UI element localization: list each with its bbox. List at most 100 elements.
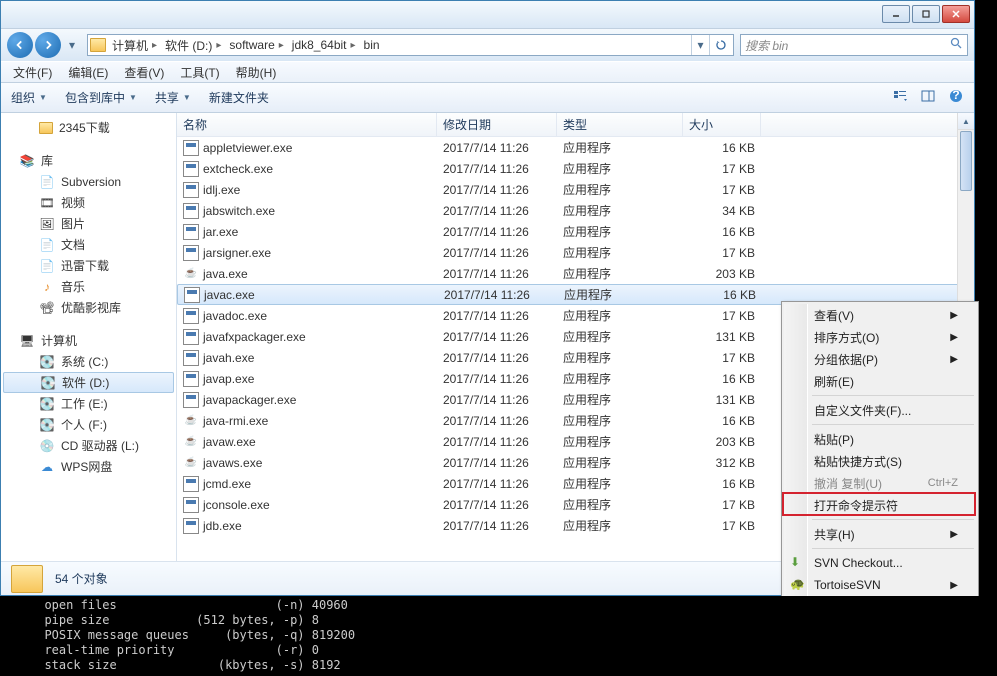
history-dropdown[interactable]: ▾ (63, 36, 81, 54)
file-row[interactable]: jarsigner.exe2017/7/14 11:26应用程序17 KB (177, 242, 974, 263)
breadcrumb[interactable]: 计算机▸ (110, 37, 163, 54)
file-size: 203 KB (683, 267, 761, 281)
media-icon: 📽 (39, 300, 55, 316)
file-name: jar.exe (177, 224, 437, 240)
tortoise-icon: 🐢 (790, 577, 806, 593)
file-name: javapackager.exe (177, 392, 437, 408)
folder-icon (90, 38, 106, 52)
context-menu-item[interactable]: 分组依据(P)▶ (784, 348, 976, 370)
submenu-arrow-icon: ▶ (950, 354, 958, 365)
sidebar-item-drive-c[interactable]: 💽系统 (C:) (1, 351, 176, 372)
sidebar-item-libraries[interactable]: 📚库 (1, 150, 176, 171)
scroll-thumb[interactable] (960, 131, 972, 191)
minimize-button[interactable] (882, 5, 910, 23)
column-headers: 名称 修改日期 类型 大小 (177, 113, 974, 137)
sidebar-item-youku[interactable]: 📽优酷影视库 (1, 297, 176, 318)
file-size: 16 KB (683, 477, 761, 491)
file-name: jcmd.exe (177, 476, 437, 492)
address-dropdown[interactable]: ▾ (691, 35, 709, 55)
file-name: ☕javaw.exe (177, 434, 437, 450)
sidebar-item-documents[interactable]: 📄文档 (1, 234, 176, 255)
breadcrumb[interactable]: software▸ (227, 38, 289, 52)
forward-button[interactable] (35, 32, 61, 58)
file-row[interactable]: idlj.exe2017/7/14 11:26应用程序17 KB (177, 179, 974, 200)
sidebar-item-pictures[interactable]: 🖼图片 (1, 213, 176, 234)
address-bar[interactable]: 计算机▸ 软件 (D:)▸ software▸ jdk8_64bit▸ bin … (87, 34, 734, 56)
sidebar-item-drive-cd[interactable]: 💿CD 驱动器 (L:) (1, 435, 176, 456)
breadcrumb[interactable]: 软件 (D:)▸ (163, 37, 227, 54)
file-row[interactable]: jabswitch.exe2017/7/14 11:26应用程序34 KB (177, 200, 974, 221)
submenu-arrow-icon: ▶ (950, 310, 958, 321)
file-size: 131 KB (683, 330, 761, 344)
file-size: 16 KB (684, 288, 762, 302)
toolbar-newfolder[interactable]: 新建文件夹 (209, 89, 269, 106)
file-size: 16 KB (683, 414, 761, 428)
context-menu-item[interactable]: 粘贴(P) (784, 428, 976, 450)
sidebar-item-wps[interactable]: ☁WPS网盘 (1, 456, 176, 477)
view-options-button[interactable] (892, 88, 908, 107)
sidebar-item-videos[interactable]: 🎞视频 (1, 192, 176, 213)
file-name: javap.exe (177, 371, 437, 387)
toolbar-organize[interactable]: 组织 ▼ (11, 89, 47, 106)
sidebar-item-drive-e[interactable]: 💽工作 (E:) (1, 393, 176, 414)
menu-help[interactable]: 帮助(H) (228, 62, 285, 83)
context-menu-item[interactable]: ⬇SVN Checkout... (784, 552, 976, 574)
sidebar-item-xunlei[interactable]: 📄迅雷下载 (1, 255, 176, 276)
maximize-button[interactable] (912, 5, 940, 23)
file-date: 2017/7/14 11:26 (437, 414, 557, 428)
col-name[interactable]: 名称 (177, 113, 437, 136)
sidebar-item-2345[interactable]: 2345下载 (1, 117, 176, 138)
menu-view[interactable]: 查看(V) (116, 62, 172, 83)
breadcrumb[interactable]: bin (362, 38, 382, 52)
file-row[interactable]: jar.exe2017/7/14 11:26应用程序16 KB (177, 221, 974, 242)
refresh-button[interactable] (709, 35, 731, 55)
toolbar-share[interactable]: 共享 ▼ (155, 89, 191, 106)
help-button[interactable]: ? (948, 88, 964, 107)
sidebar-item-drive-f[interactable]: 💽个人 (F:) (1, 414, 176, 435)
svg-text:?: ? (952, 88, 959, 102)
exe-icon (183, 140, 199, 156)
file-type: 应用程序 (557, 223, 683, 240)
file-size: 203 KB (683, 435, 761, 449)
file-name: ☕java.exe (177, 266, 437, 282)
file-size: 312 KB (683, 456, 761, 470)
file-size: 34 KB (683, 204, 761, 218)
menu-file[interactable]: 文件(F) (5, 62, 60, 83)
scroll-up[interactable]: ▲ (958, 113, 974, 130)
col-size[interactable]: 大小 (683, 113, 761, 136)
sidebar-item-computer[interactable]: 🖥计算机 (1, 330, 176, 351)
file-row[interactable]: ☕java.exe2017/7/14 11:26应用程序203 KB (177, 263, 974, 284)
col-type[interactable]: 类型 (557, 113, 683, 136)
back-button[interactable] (7, 32, 33, 58)
context-menu-item[interactable]: 打开命令提示符 (784, 494, 976, 516)
file-row[interactable]: appletviewer.exe2017/7/14 11:26应用程序16 KB (177, 137, 974, 158)
col-date[interactable]: 修改日期 (437, 113, 557, 136)
context-menu-item[interactable]: 🐢TortoiseSVN▶ (784, 574, 976, 596)
picture-icon: 🖼 (39, 216, 55, 232)
toolbar-include[interactable]: 包含到库中 ▼ (65, 89, 137, 106)
file-date: 2017/7/14 11:26 (437, 225, 557, 239)
sidebar-item-subversion[interactable]: 📄Subversion (1, 171, 176, 192)
context-menu-item[interactable]: 自定义文件夹(F)... (784, 399, 976, 421)
context-menu-item[interactable]: 粘贴快捷方式(S) (784, 450, 976, 472)
context-menu-item[interactable]: 排序方式(O)▶ (784, 326, 976, 348)
menu-tools[interactable]: 工具(T) (172, 62, 227, 83)
sidebar-item-drive-d[interactable]: 💽软件 (D:) (3, 372, 174, 393)
search-input[interactable]: 搜索 bin (740, 34, 968, 56)
context-menu-item[interactable]: 查看(V)▶ (784, 304, 976, 326)
context-menu-item[interactable]: 共享(H)▶ (784, 523, 976, 545)
context-menu-item[interactable]: 刷新(E) (784, 370, 976, 392)
file-row[interactable]: extcheck.exe2017/7/14 11:26应用程序17 KB (177, 158, 974, 179)
sidebar-item-music[interactable]: ♪音乐 (1, 276, 176, 297)
context-menu-item: 撤消 复制(U)Ctrl+Z (784, 472, 976, 494)
preview-pane-button[interactable] (920, 88, 936, 107)
file-name: appletviewer.exe (177, 140, 437, 156)
file-name: javadoc.exe (177, 308, 437, 324)
close-button[interactable] (942, 5, 970, 23)
menu-edit[interactable]: 编辑(E) (60, 62, 116, 83)
file-name: jabswitch.exe (177, 203, 437, 219)
video-icon: 🎞 (39, 195, 55, 211)
file-size: 17 KB (683, 309, 761, 323)
breadcrumb[interactable]: jdk8_64bit▸ (290, 38, 362, 52)
sidebar: 2345下载 📚库 📄Subversion 🎞视频 🖼图片 📄文档 📄迅雷下载 … (1, 113, 177, 561)
